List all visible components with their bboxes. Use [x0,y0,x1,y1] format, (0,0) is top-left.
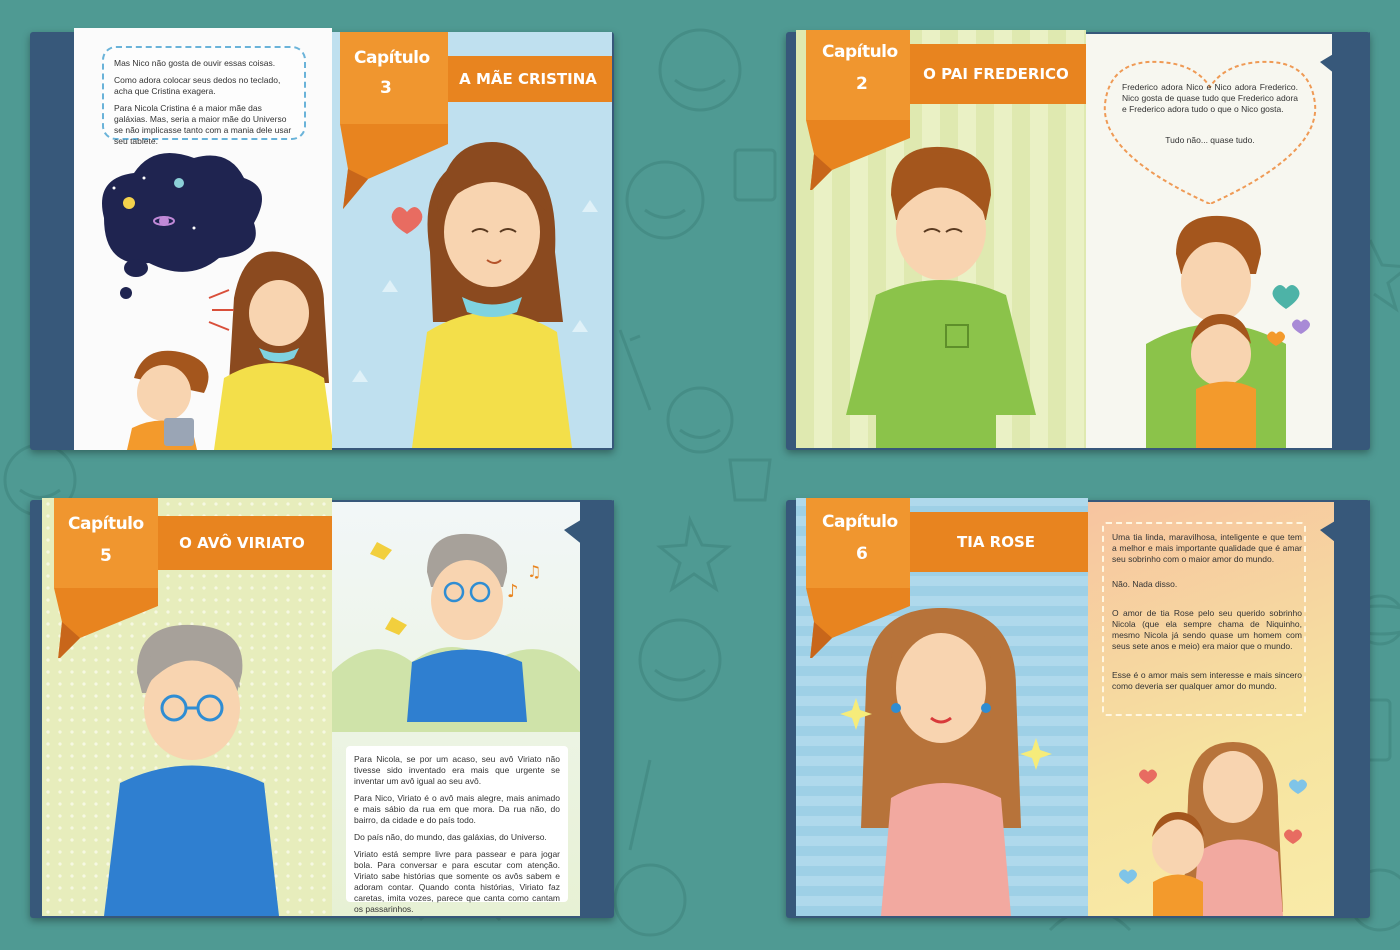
paragraph: Do país não, do mundo, das galáxias, do … [354,832,547,842]
page-text: Mas Nico não gosta de ouvir essas coisas… [114,58,296,153]
paragraph: Frederico adora Nico e Nico adora Freder… [1122,82,1298,114]
book-chapter-2: O PAI FREDERICO Capítulo 2 Frederico ado… [786,28,1370,452]
book-chapter-5: O AVÔ VIRIATO Capítulo 5 ♪ ♫ Para Nicola… [30,496,614,920]
chapter-number: 2 [856,74,868,94]
music-note-icon: ♪ [507,581,519,602]
left-page: O PAI FREDERICO Capítulo 2 [796,30,1086,448]
page-text: Frederico adora Nico e Nico adora Freder… [1122,82,1298,152]
paragraph: Não. Nada disso. [1112,579,1178,589]
paragraph: Esse é o amor mais sem interesse e mais … [1112,670,1302,691]
paragraph: Como adora colocar seus dedos no teclado… [114,75,281,96]
chapter-title-banner: A MÃE CRISTINA [444,56,612,102]
paragraph: Mas Nico não gosta de ouvir essas coisas… [114,58,276,68]
page-corner-fold [564,500,614,570]
chapter-title: TIA ROSE [957,533,1035,551]
paragraph: Para Nicola, se por um acaso, seu avô Vi… [354,754,560,786]
chapter-title: O PAI FREDERICO [923,65,1069,83]
right-page: A MÃE CRISTINA Capítulo 3 [332,32,612,448]
left-page: Mas Nico não gosta de ouvir essas coisas… [74,28,332,450]
chapter-number: 6 [856,544,868,564]
chapter-number: 5 [100,546,112,566]
right-page: Frederico adora Nico e Nico adora Freder… [1086,34,1332,448]
paragraph: Tudo não... quase tudo. [1165,135,1255,145]
book-chapter-6: TIA ROSE Capítulo 6 Uma tia linda, marav… [786,496,1370,920]
chapter-word: Capítulo [822,512,898,532]
chapter-title-banner: O AVÔ VIRIATO [152,516,332,570]
chapter-number: 3 [380,78,392,98]
left-page: TIA ROSE Capítulo 6 [796,498,1088,916]
book-chapter-3: Mas Nico não gosta de ouvir essas coisas… [30,28,614,452]
paragraph: Para Nico, Viriato é o avô mais alegre, … [354,793,560,825]
right-page: Uma tia linda, maravilhosa, inteligente … [1088,502,1334,916]
chapter-title-banner: TIA ROSE [904,512,1088,572]
right-page: ♪ ♫ Para Nicola, se por um acaso, seu av… [332,502,580,916]
chapter-word: Capítulo [822,42,898,62]
illustration-thought-bubble-mother-son [102,153,332,450]
chapter-word: Capítulo [354,48,430,68]
paragraph: Para Nicola Cristina é a maior mãe das g… [114,103,292,146]
page-corner-fold [1320,32,1370,102]
chapter-title: O AVÔ VIRIATO [179,534,305,552]
chapter-title: A MÃE CRISTINA [459,70,597,88]
paragraph: Uma tia linda, maravilhosa, inteligente … [1112,532,1302,564]
music-note-icon: ♫ [527,562,541,581]
page-text: Para Nicola, se por um acaso, seu avô Vi… [354,754,560,916]
left-page: O AVÔ VIRIATO Capítulo 5 [42,498,332,916]
chapter-word: Capítulo [68,514,144,534]
chapter-title-banner: O PAI FREDERICO [906,44,1086,104]
paragraph: Viriato está sempre livre para passear e… [354,849,560,914]
paragraph: O amor de tia Rose pelo seu querido sobr… [1112,608,1302,651]
illustration-father-hug [1146,215,1310,448]
illustration-aunt-hug [1119,742,1307,916]
page-text: Uma tia linda, maravilhosa, inteligente … [1112,532,1302,698]
page-corner-fold [1320,500,1370,570]
